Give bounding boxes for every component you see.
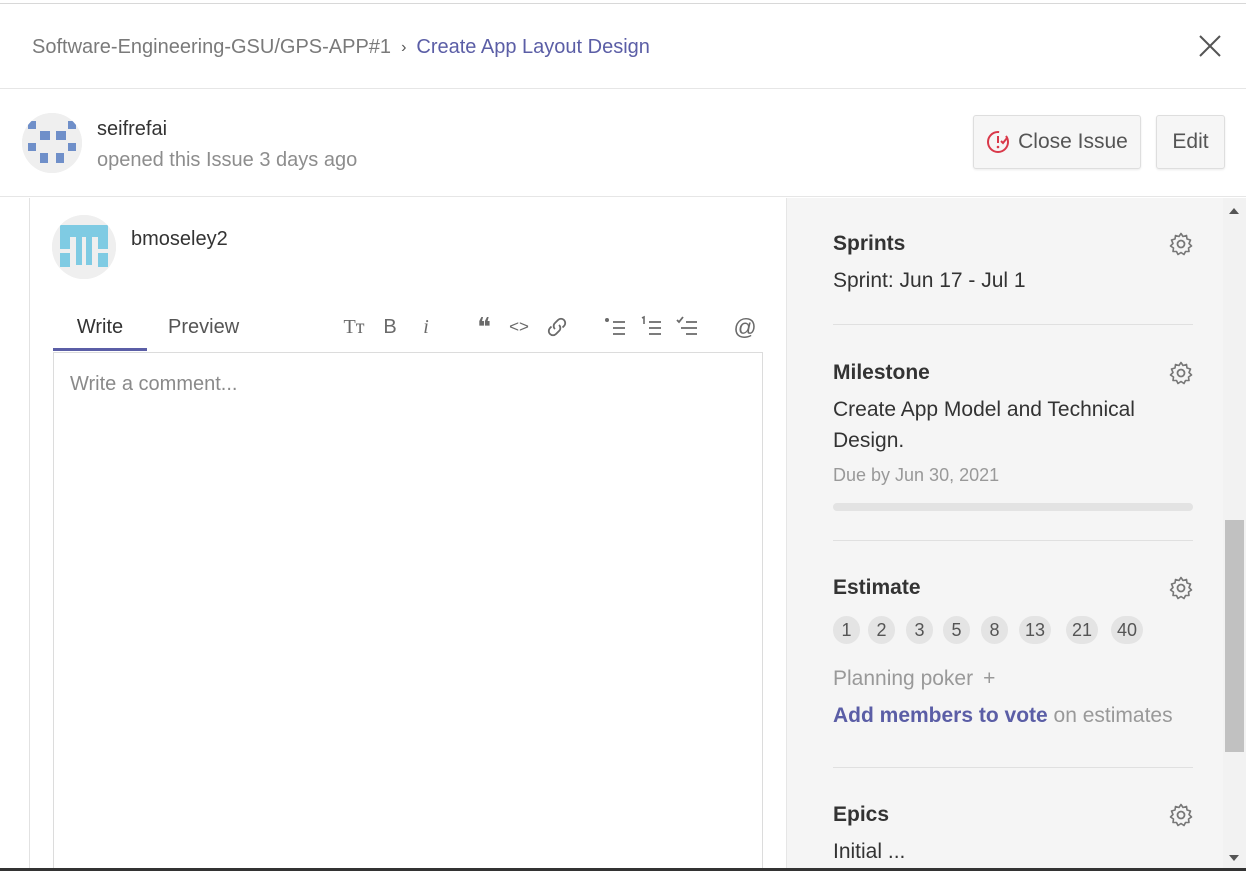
italic-icon[interactable]: i: [418, 314, 434, 340]
text-size-icon[interactable]: Tт: [341, 314, 367, 340]
code-icon[interactable]: <>: [508, 314, 530, 340]
scroll-down-arrow-icon[interactable]: [1228, 853, 1240, 863]
issue-opener-row: seifrefai opened this Issue 3 days ago C…: [0, 89, 1246, 197]
window-top-border: [0, 0, 1246, 4]
scroll-up-arrow-icon[interactable]: [1228, 206, 1240, 216]
epics-value[interactable]: Initial ...: [833, 836, 905, 867]
close-issue-icon: [987, 131, 1010, 153]
breadcrumb-issue-title[interactable]: Create App Layout Design: [416, 36, 650, 59]
epics-section: Epics Initial ...: [833, 803, 1193, 871]
sidebar-scrollbar[interactable]: [1223, 198, 1246, 871]
milestone-progress-bar: [833, 503, 1193, 511]
avatar[interactable]: [52, 215, 116, 279]
estimate-point-pill[interactable]: 3: [906, 616, 933, 644]
milestone-title: Milestone: [833, 361, 930, 384]
link-icon[interactable]: [545, 314, 569, 340]
scrollbar-thumb[interactable]: [1225, 520, 1244, 752]
estimate-title: Estimate: [833, 576, 921, 599]
issue-sidebar: Sprints Sprint: Jun 17 - Jul 1 Milestone…: [786, 198, 1223, 871]
milestone-value[interactable]: Create App Model and Technical Design.: [833, 394, 1135, 456]
comment-textarea[interactable]: [70, 373, 746, 852]
bullet-list-icon[interactable]: [603, 314, 627, 340]
gear-icon[interactable]: [1169, 803, 1193, 827]
breadcrumb-repo-link[interactable]: Software-Engineering-GSU/GPS-APP#1: [32, 36, 391, 59]
divider: [833, 324, 1193, 325]
identicon-icon: [52, 215, 116, 279]
estimate-points: 1 2 3 5 8 13 21 40: [833, 616, 1193, 644]
close-issue-button[interactable]: Close Issue: [973, 115, 1141, 169]
quote-icon[interactable]: ❝: [472, 312, 496, 342]
milestone-value-line-1: Create App Model and Technical: [833, 398, 1135, 421]
task-list-icon[interactable]: [675, 314, 699, 340]
numbered-list-icon[interactable]: [639, 314, 663, 340]
divider: [833, 767, 1193, 768]
add-planning-poker-icon[interactable]: +: [983, 667, 995, 690]
epics-title: Epics: [833, 803, 890, 826]
vote-row: Add members to vote on estimates: [833, 704, 1173, 728]
estimate-point-pill[interactable]: 21: [1066, 616, 1099, 644]
divider: [833, 540, 1193, 541]
tab-write[interactable]: Write: [53, 303, 147, 351]
estimate-point-pill[interactable]: 13: [1019, 616, 1052, 644]
tab-preview[interactable]: Preview: [168, 303, 239, 351]
opener-username[interactable]: seifrefai: [97, 118, 167, 141]
gear-icon[interactable]: [1169, 576, 1193, 600]
comment-pane: bmoseley2 Write Preview Tт B i ❝ <> @: [0, 198, 786, 871]
estimate-point-pill[interactable]: 8: [981, 616, 1008, 644]
estimate-point-pill[interactable]: 40: [1111, 616, 1144, 644]
milestone-section: Milestone Create App Model and Technical…: [833, 361, 1193, 521]
estimate-section: Estimate 1 2 3 5 8 13 21 40 Planning pok…: [833, 576, 1193, 736]
sprints-section: Sprints Sprint: Jun 17 - Jul 1: [833, 232, 1193, 302]
estimate-point-pill[interactable]: 1: [833, 616, 860, 644]
gear-icon[interactable]: [1169, 361, 1193, 385]
breadcrumb: Software-Engineering-GSU/GPS-APP#1 › Cre…: [32, 36, 650, 59]
planning-poker-label: Planning poker: [833, 667, 974, 690]
close-icon[interactable]: [1197, 33, 1223, 59]
issue-header: Software-Engineering-GSU/GPS-APP#1 › Cre…: [0, 5, 1246, 89]
estimate-point-pill[interactable]: 5: [943, 616, 970, 644]
on-estimates-text: on estimates: [1047, 704, 1173, 727]
estimate-point-pill[interactable]: 2: [868, 616, 895, 644]
milestone-due-date: Due by Jun 30, 2021: [833, 465, 1000, 485]
commenter-username: bmoseley2: [131, 228, 228, 250]
add-members-to-vote-link[interactable]: Add members to vote: [833, 704, 1048, 727]
sprint-value[interactable]: Sprint: Jun 17 - Jul 1: [833, 265, 1026, 296]
avatar[interactable]: [22, 113, 82, 173]
close-issue-label: Close Issue: [1018, 130, 1128, 153]
identicon-icon: [22, 113, 82, 173]
milestone-value-line-2: Design.: [833, 429, 905, 452]
opener-meta-text: opened this Issue 3 days ago: [97, 149, 358, 171]
edit-button[interactable]: Edit: [1156, 115, 1225, 169]
planning-poker-row: Planning poker +: [833, 667, 995, 691]
chevron-right-icon: ›: [401, 38, 407, 56]
bold-icon[interactable]: B: [380, 314, 400, 340]
sprints-title: Sprints: [833, 232, 906, 255]
mention-icon[interactable]: @: [732, 314, 758, 340]
comment-editor: [53, 352, 763, 871]
gear-icon[interactable]: [1169, 232, 1193, 256]
